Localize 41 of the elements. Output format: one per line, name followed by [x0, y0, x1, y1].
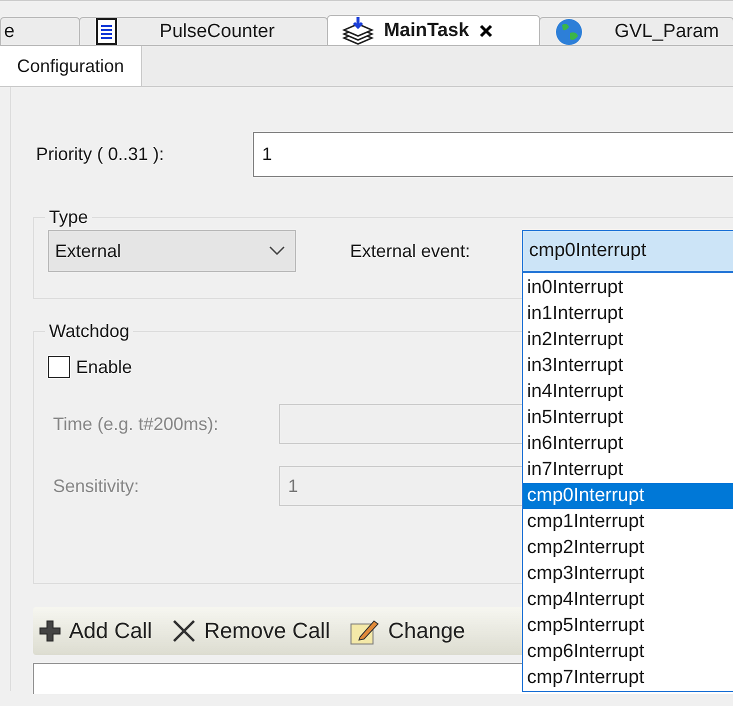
field-label: Sensitivity:	[52, 476, 140, 496]
dropdown-option[interactable]: cmp2Interrupt	[523, 535, 733, 561]
document-icon	[94, 16, 120, 46]
chevron-down-icon	[269, 246, 285, 256]
document-tab[interactable]: GVL_Param	[539, 17, 733, 45]
priority-label: Priority ( 0..31 ):	[36, 144, 166, 165]
external-event-dropdown[interactable]: cmp0Interrupt	[522, 230, 733, 272]
document-tab[interactable]: PulseCounter	[78, 17, 328, 45]
checkbox-label: Enable	[76, 356, 132, 378]
dropdown-option[interactable]: cmp6Interrupt	[523, 639, 733, 665]
dropdown-option[interactable]: cmp7Interrupt	[523, 665, 733, 691]
dropdown-option[interactable]: in5Interrupt	[523, 405, 733, 431]
toolbar-button[interactable]: Remove Call	[172, 618, 330, 644]
field-label: Time (e.g. t#200ms):	[52, 414, 220, 434]
dropdown-option[interactable]: in3Interrupt	[523, 353, 733, 379]
dropdown-option[interactable]: in6Interrupt	[523, 431, 733, 457]
checkbox[interactable]	[48, 356, 70, 378]
dropdown-option[interactable]: cmp5Interrupt	[523, 613, 733, 639]
stacked-layers-icon	[342, 16, 374, 46]
document-tab[interactable]: e	[0, 17, 80, 45]
dropdown-option[interactable]: cmp0Interrupt	[523, 483, 733, 509]
group-title: Watchdog	[48, 321, 130, 342]
plus-icon	[39, 620, 61, 642]
close-icon[interactable]	[479, 24, 494, 38]
dropdown-option[interactable]: cmp1Interrupt	[523, 509, 733, 535]
editor-tab[interactable]: Configuration	[0, 46, 142, 86]
priority-field[interactable]: 1	[253, 132, 733, 177]
close-icon	[172, 619, 196, 643]
dropdown-option[interactable]: cmp3Interrupt	[523, 561, 733, 587]
dropdown-option[interactable]: in1Interrupt	[523, 301, 733, 327]
toolbar-button[interactable]: Add Call	[39, 618, 152, 644]
group-title: Type	[48, 207, 90, 228]
globe-icon	[554, 16, 584, 46]
type-dropdown[interactable]: External	[48, 230, 296, 272]
dropdown-option[interactable]: in2Interrupt	[523, 327, 733, 353]
toolbar-button[interactable]: Change	[350, 617, 466, 645]
dropdown-option[interactable]: cmp4Interrupt	[523, 587, 733, 613]
document-tab[interactable]: MainTask	[326, 15, 540, 45]
dropdown-option[interactable]: in0Interrupt	[523, 275, 733, 301]
dropdown-option[interactable]: in4Interrupt	[523, 379, 733, 405]
external-event-label: External event:	[350, 240, 470, 262]
